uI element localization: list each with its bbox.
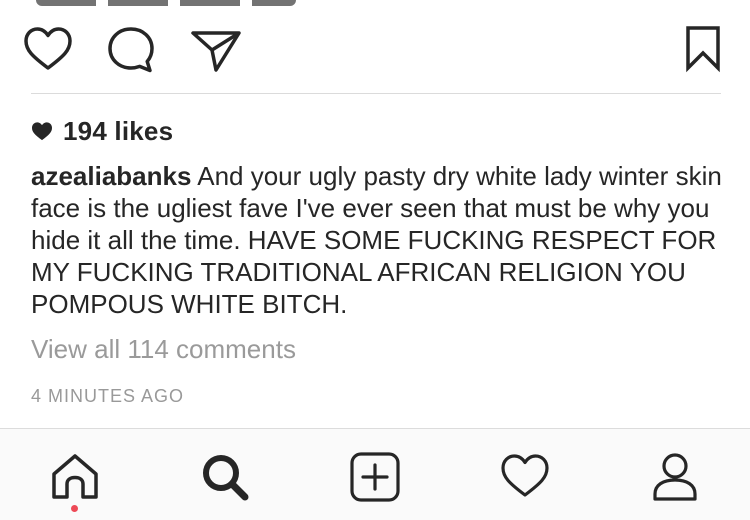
tab-new-post[interactable] bbox=[347, 449, 403, 505]
cropped-previous-content bbox=[36, 0, 296, 6]
bookmark-icon bbox=[686, 26, 720, 73]
post-timestamp: 4 MINUTES AGO bbox=[31, 386, 185, 406]
save-button[interactable] bbox=[675, 22, 731, 78]
profile-icon bbox=[653, 453, 697, 501]
view-all-comments-link[interactable]: View all 114 comments bbox=[31, 334, 296, 365]
tab-profile[interactable] bbox=[647, 449, 703, 505]
likes-count: 194 likes bbox=[63, 115, 174, 146]
tab-search[interactable] bbox=[197, 449, 253, 505]
notification-dot bbox=[71, 505, 78, 512]
likes-row[interactable]: 194 likes bbox=[31, 114, 173, 148]
home-icon bbox=[52, 454, 98, 499]
divider bbox=[31, 93, 721, 94]
activity-icon bbox=[501, 454, 549, 497]
comment-button[interactable] bbox=[103, 22, 159, 78]
post-caption: azealiabanks And your ugly pasty dry whi… bbox=[31, 160, 731, 320]
caption-username[interactable]: azealiabanks bbox=[31, 161, 191, 191]
new-post-icon bbox=[350, 452, 400, 502]
search-icon bbox=[203, 455, 249, 501]
comment-icon bbox=[108, 27, 154, 73]
tab-activity[interactable] bbox=[497, 449, 553, 505]
heart-icon bbox=[24, 27, 72, 70]
send-icon bbox=[191, 31, 241, 72]
share-button[interactable] bbox=[188, 22, 244, 78]
like-button[interactable] bbox=[20, 22, 76, 78]
bottom-tab-bar bbox=[0, 428, 750, 520]
filled-heart-icon bbox=[32, 122, 52, 141]
tab-home[interactable] bbox=[47, 449, 103, 505]
post-action-bar bbox=[0, 22, 750, 78]
